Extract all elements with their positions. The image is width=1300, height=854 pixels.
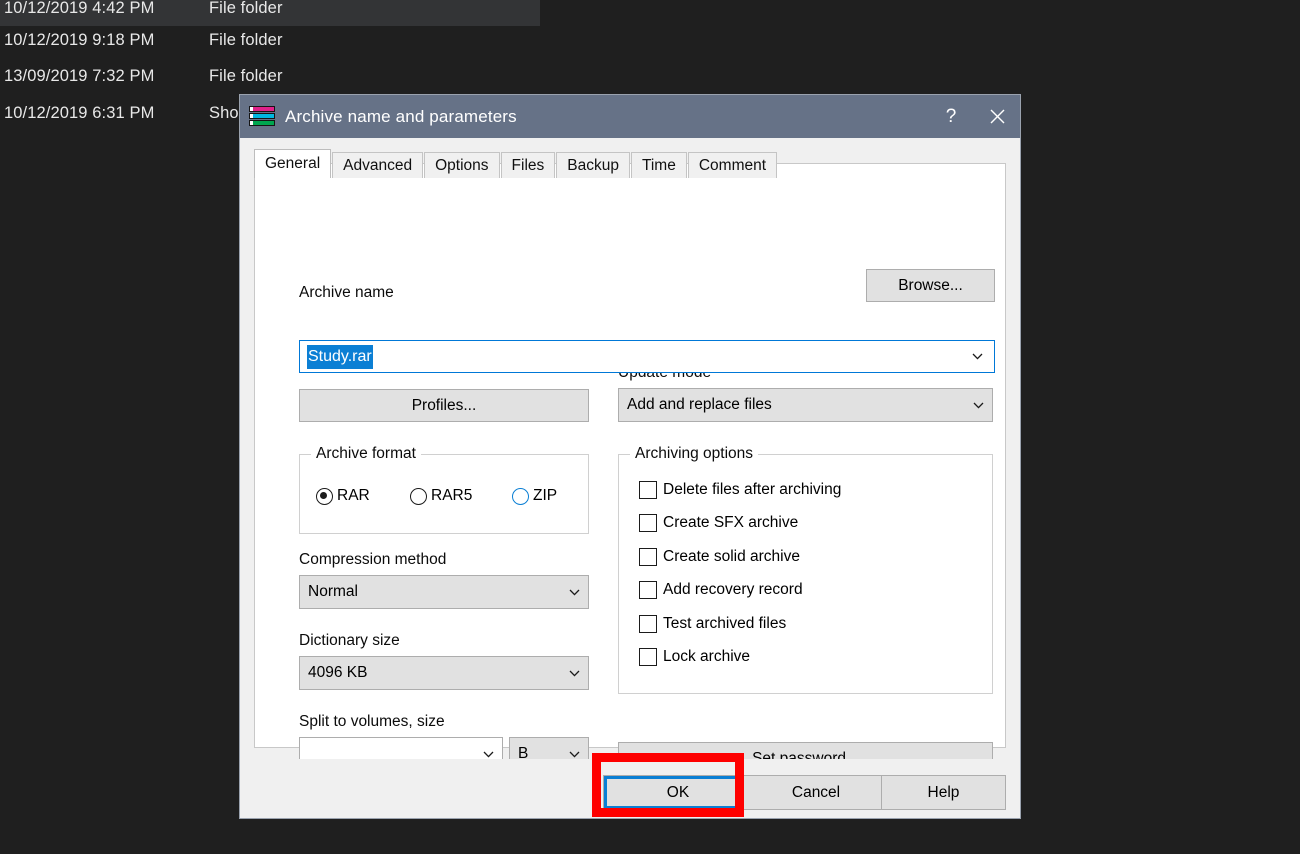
split-volumes-label: Split to volumes, size <box>299 713 445 731</box>
chevron-down-icon <box>474 751 502 758</box>
update-mode-value: Add and replace files <box>619 396 964 414</box>
checkbox-label: Test archived files <box>663 615 786 633</box>
chevron-down-icon <box>560 589 588 596</box>
general-tab-panel: Archive name Browse... Profiles... Updat… <box>254 163 1006 748</box>
file-date: 10/12/2019 9:18 PM <box>0 31 209 50</box>
compression-method-combobox[interactable]: Normal <box>299 575 589 609</box>
archiving-options-title: Archiving options <box>630 445 758 463</box>
help-question-icon[interactable]: ? <box>928 95 974 138</box>
archiving-options-group: Archiving options Delete files after arc… <box>618 454 993 694</box>
checkbox-label: Add recovery record <box>663 581 803 599</box>
archive-format-title: Archive format <box>311 445 421 463</box>
close-icon[interactable] <box>974 95 1020 138</box>
chevron-down-icon <box>560 751 588 758</box>
checkbox-box-icon <box>639 648 657 666</box>
tab-comment[interactable]: Comment <box>688 152 777 178</box>
tab-advanced[interactable]: Advanced <box>332 152 423 178</box>
archive-name-and-parameters-dialog: Archive name and parameters ? General Ad… <box>240 95 1020 818</box>
radio-dot-icon <box>316 488 333 505</box>
file-type: Sho <box>209 104 239 123</box>
radio-rar[interactable]: RAR <box>316 487 370 505</box>
profiles-button[interactable]: Profiles... <box>299 389 589 422</box>
checkbox-label: Delete files after archiving <box>663 481 841 499</box>
cancel-button[interactable]: Cancel <box>741 775 891 810</box>
checkbox-label: Lock archive <box>663 648 750 666</box>
compression-method-value: Normal <box>300 583 560 601</box>
checkbox-create-solid-archive[interactable]: Create solid archive <box>639 548 800 566</box>
table-row[interactable]: 13/09/2019 7:32 PM File folder <box>0 58 540 94</box>
checkbox-test-archived-files[interactable]: Test archived files <box>639 615 786 633</box>
archive-name-value: Study.rar <box>307 345 373 369</box>
radio-rar5-label: RAR5 <box>431 487 472 505</box>
archive-format-group: Archive format RAR RAR5 ZIP <box>299 454 589 534</box>
checkbox-label: Create solid archive <box>663 548 800 566</box>
dictionary-size-combobox[interactable]: 4096 KB <box>299 656 589 690</box>
tab-options[interactable]: Options <box>424 152 499 178</box>
archive-name-input[interactable]: Study.rar <box>299 340 995 373</box>
radio-zip-label: ZIP <box>533 487 557 505</box>
table-row[interactable]: 10/12/2019 9:18 PM File folder <box>0 22 540 58</box>
tab-backup[interactable]: Backup <box>556 152 630 178</box>
browse-button[interactable]: Browse... <box>866 269 995 302</box>
radio-rar5[interactable]: RAR5 <box>410 487 472 505</box>
dictionary-size-label: Dictionary size <box>299 632 400 650</box>
radio-dot-icon <box>512 488 529 505</box>
checkbox-box-icon <box>639 615 657 633</box>
tab-files[interactable]: Files <box>501 152 556 178</box>
tab-general[interactable]: General <box>254 149 331 178</box>
dialog-footer: OK Cancel Help <box>240 759 1020 818</box>
radio-dot-icon <box>410 488 427 505</box>
archive-name-label: Archive name <box>299 284 394 302</box>
ok-button[interactable]: OK <box>603 775 753 810</box>
checkbox-label: Create SFX archive <box>663 514 798 532</box>
dialog-title: Archive name and parameters <box>285 107 517 127</box>
checkbox-create-sfx-archive[interactable]: Create SFX archive <box>639 514 798 532</box>
tab-time[interactable]: Time <box>631 152 687 178</box>
chevron-down-icon <box>964 402 992 409</box>
radio-rar-label: RAR <box>337 487 370 505</box>
checkbox-box-icon <box>639 481 657 499</box>
winrar-books-icon <box>249 105 275 129</box>
radio-zip[interactable]: ZIP <box>512 487 557 505</box>
file-date: 13/09/2019 7:32 PM <box>0 67 209 86</box>
checkbox-lock-archive[interactable]: Lock archive <box>639 648 750 666</box>
checkbox-box-icon <box>639 548 657 566</box>
tab-strip: General Advanced Options Files Backup Ti… <box>254 149 1020 178</box>
file-type: File folder <box>209 31 283 50</box>
checkbox-box-icon <box>639 581 657 599</box>
file-type: File folder <box>209 0 283 18</box>
chevron-down-icon <box>560 670 588 677</box>
update-mode-combobox[interactable]: Add and replace files <box>618 388 993 422</box>
dialog-titlebar[interactable]: Archive name and parameters ? <box>240 95 1020 138</box>
checkbox-add-recovery-record[interactable]: Add recovery record <box>639 581 803 599</box>
chevron-down-icon[interactable] <box>960 353 994 360</box>
checkbox-box-icon <box>639 514 657 532</box>
help-button[interactable]: Help <box>881 775 1006 810</box>
file-type: File folder <box>209 67 283 86</box>
file-date: 10/12/2019 4:42 PM <box>0 0 209 18</box>
dictionary-size-value: 4096 KB <box>300 664 560 682</box>
file-date: 10/12/2019 6:31 PM <box>0 104 209 123</box>
checkbox-delete-files-after-archiving[interactable]: Delete files after archiving <box>639 481 841 499</box>
compression-method-label: Compression method <box>299 551 446 569</box>
